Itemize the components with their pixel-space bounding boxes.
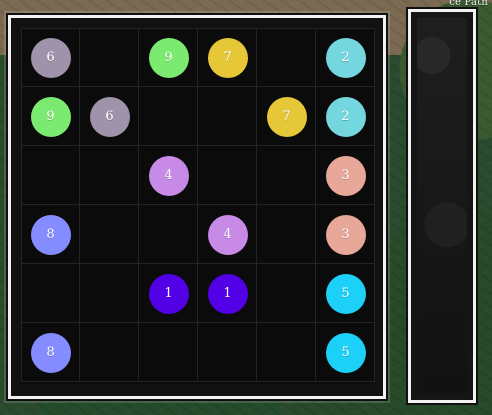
board-cell[interactable] bbox=[198, 87, 257, 146]
number-tile[interactable]: 7 bbox=[207, 37, 248, 78]
number-tile[interactable]: 8 bbox=[30, 332, 71, 373]
number-tile[interactable]: 2 bbox=[325, 37, 366, 78]
board-cell[interactable] bbox=[139, 205, 198, 264]
board-cell[interactable] bbox=[257, 323, 316, 382]
board-cell[interactable] bbox=[80, 28, 139, 87]
board-cell[interactable] bbox=[257, 146, 316, 205]
board-cell[interactable] bbox=[80, 146, 139, 205]
number-tile[interactable]: 4 bbox=[207, 214, 248, 255]
game-grid: 697296724384311585 bbox=[21, 28, 375, 384]
board-cell[interactable] bbox=[80, 323, 139, 382]
number-tile[interactable]: 3 bbox=[325, 155, 366, 196]
number-tile[interactable]: 1 bbox=[207, 273, 248, 314]
board-cell[interactable] bbox=[139, 87, 198, 146]
board-cell[interactable] bbox=[198, 146, 257, 205]
number-tile[interactable]: 6 bbox=[30, 37, 71, 78]
corner-label: ce Path bbox=[449, 0, 488, 8]
piece-tray bbox=[408, 9, 476, 403]
number-tile[interactable]: 6 bbox=[89, 96, 130, 137]
number-tile[interactable]: 7 bbox=[266, 96, 307, 137]
number-tile[interactable]: 4 bbox=[148, 155, 189, 196]
board-cell[interactable] bbox=[257, 205, 316, 264]
game-board-frame: 697296724384311585 bbox=[8, 15, 386, 399]
number-tile[interactable]: 9 bbox=[30, 96, 71, 137]
number-tile[interactable]: 2 bbox=[325, 96, 366, 137]
number-tile[interactable]: 3 bbox=[325, 214, 366, 255]
board-cell[interactable] bbox=[257, 264, 316, 323]
board-cell[interactable] bbox=[139, 323, 198, 382]
number-tile[interactable]: 9 bbox=[148, 37, 189, 78]
number-tile[interactable]: 1 bbox=[148, 273, 189, 314]
piece-tray-inner bbox=[417, 18, 467, 394]
board-cell[interactable] bbox=[257, 28, 316, 87]
board-cell[interactable] bbox=[21, 146, 80, 205]
board-cell[interactable] bbox=[80, 264, 139, 323]
number-tile[interactable]: 8 bbox=[30, 214, 71, 255]
number-tile[interactable]: 5 bbox=[325, 332, 366, 373]
number-tile[interactable]: 5 bbox=[325, 273, 366, 314]
board-cell[interactable] bbox=[21, 264, 80, 323]
board-cell[interactable] bbox=[198, 323, 257, 382]
board-cell[interactable] bbox=[80, 205, 139, 264]
